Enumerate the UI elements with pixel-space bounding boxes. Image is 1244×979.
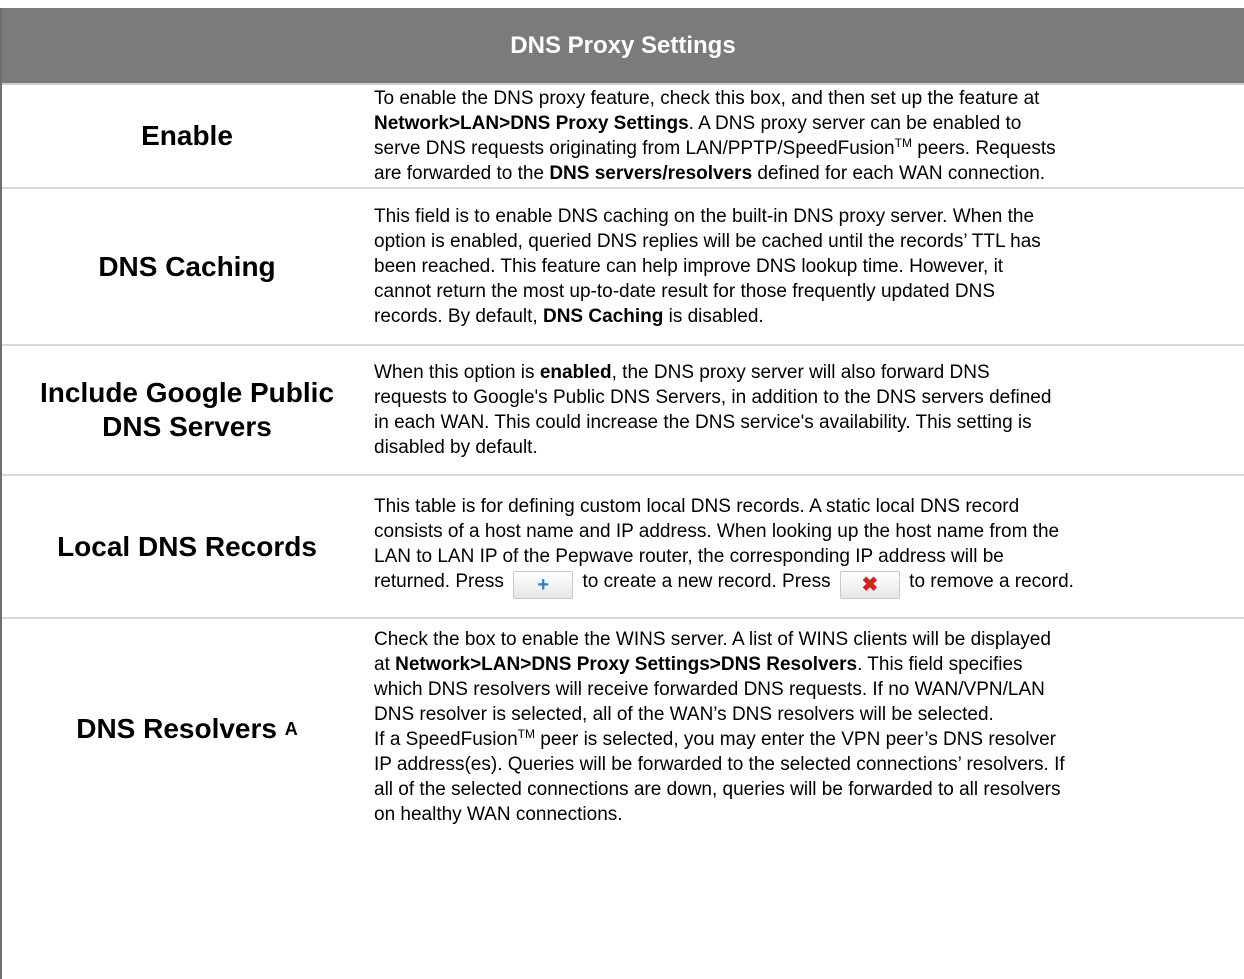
text-segment: . This field specifies	[857, 654, 1023, 675]
text-segment: on healthy WAN connections.	[374, 804, 623, 825]
description-line: at Network>LAN>DNS Proxy Settings>DNS Re…	[374, 652, 1244, 677]
description-line: on healthy WAN connections.	[374, 802, 1244, 827]
description-line: in each WAN. This could increase the DNS…	[374, 410, 1244, 435]
text-segment: To enable the DNS proxy feature, check t…	[374, 88, 1040, 109]
description-line: LAN to LAN IP of the Pepwave router, the…	[374, 544, 1244, 569]
bold-term: enabled	[539, 362, 612, 383]
table-title: DNS Proxy Settings	[510, 31, 736, 59]
text-segment: . A DNS proxy server can be enabled to	[688, 113, 1022, 134]
text-segment: in each WAN. This could increase the DNS…	[374, 412, 1032, 433]
description-line: This table is for defining custom local …	[374, 494, 1244, 519]
row-label-dns-resolvers: DNS Resolvers A	[76, 713, 298, 744]
text-segment: to create a new record. Press	[577, 571, 836, 592]
trademark-superscript: TM	[517, 727, 535, 741]
trademark-superscript: TM	[894, 136, 912, 150]
text-segment: , the DNS proxy server will also forward…	[611, 362, 990, 383]
description-line: requests to Google's Public DNS Servers,…	[374, 385, 1244, 410]
row-description: To enable the DNS proxy feature, check t…	[372, 85, 1244, 187]
table-row: Enable To enable the DNS proxy feature, …	[2, 85, 1244, 189]
text-segment: IP address(es). Queries will be forwarde…	[374, 754, 1065, 775]
table-row: DNS Caching This field is to enable DNS …	[2, 189, 1244, 346]
remove-record-button[interactable]: ✖	[839, 571, 900, 599]
settings-table: DNS Proxy Settings Enable To enable the …	[0, 8, 1244, 979]
description-line: returned. Press + to create a new record…	[374, 569, 1244, 599]
text-segment: to remove a record.	[903, 571, 1074, 592]
text-segment: LAN to LAN IP of the Pepwave router, the…	[374, 546, 1004, 567]
text-segment: is disabled.	[663, 306, 764, 327]
description-line: If a SpeedFusionTM peer is selected, you…	[374, 727, 1244, 752]
text-segment: defined for each WAN connection.	[752, 163, 1046, 184]
description-line: Network>LAN>DNS Proxy Settings. A DNS pr…	[374, 111, 1244, 136]
description-line: consists of a host name and IP address. …	[374, 519, 1244, 544]
text-segment: requests to Google's Public DNS Servers,…	[374, 387, 1052, 408]
text-segment: records. By default,	[374, 306, 543, 327]
text-segment: cannot return the most up-to-date result…	[374, 281, 996, 302]
text-segment: DNS resolver is selected, all of the WAN…	[374, 704, 994, 725]
text-segment: consists of a host name and IP address. …	[374, 521, 1060, 542]
description-line: all of the selected connections are down…	[374, 777, 1244, 802]
bold-term: DNS servers/resolvers	[549, 163, 753, 184]
table-row: Local DNS Records This table is for defi…	[2, 476, 1244, 619]
description-line: To enable the DNS proxy feature, check t…	[374, 86, 1244, 111]
text-segment: all of the selected connections are down…	[374, 779, 1061, 800]
row-label-enable: Enable	[141, 120, 233, 151]
text-segment: peers. Requests	[911, 138, 1056, 159]
row-description: This field is to enable DNS caching on t…	[372, 189, 1244, 344]
text-segment: returned. Press	[374, 571, 510, 592]
text-segment: option is enabled, queried DNS replies w…	[374, 231, 1041, 252]
text-segment: peer is selected, you may enter the VPN …	[534, 729, 1056, 750]
text-segment: serve DNS requests originating from LAN/…	[374, 138, 895, 159]
bold-term: DNS Caching	[542, 306, 664, 327]
description-line: records. By default, DNS Caching is disa…	[374, 304, 1244, 329]
text-segment: This field is to enable DNS caching on t…	[374, 206, 1035, 227]
text-segment: which DNS resolvers will receive forward…	[374, 679, 1045, 700]
description-line: cannot return the most up-to-date result…	[374, 279, 1244, 304]
text-segment: disabled by default.	[374, 437, 538, 458]
description-line: DNS resolver is selected, all of the WAN…	[374, 702, 1244, 727]
label-text: DNS Resolvers	[76, 713, 277, 744]
text-segment: This table is for defining custom local …	[374, 496, 1020, 517]
row-label-local-dns-records: Local DNS Records	[57, 530, 317, 562]
description-line: IP address(es). Queries will be forwarde…	[374, 752, 1244, 777]
table-header: DNS Proxy Settings	[2, 8, 1244, 85]
plus-icon: +	[537, 574, 550, 596]
close-icon: ✖	[861, 574, 879, 596]
description-line: disabled by default.	[374, 435, 1244, 460]
description-line: This field is to enable DNS caching on t…	[374, 204, 1244, 229]
description-line: serve DNS requests originating from LAN/…	[374, 136, 1244, 161]
text-segment: When this option is	[374, 362, 540, 383]
description-line: are forwarded to the DNS servers/resolve…	[374, 161, 1244, 186]
table-row: Include Google Public DNS Servers When t…	[2, 346, 1244, 476]
row-description: This table is for defining custom local …	[372, 476, 1244, 617]
description-line: option is enabled, queried DNS replies w…	[374, 229, 1244, 254]
text-segment: Check the box to enable the WINS server.…	[374, 629, 1051, 650]
text-segment: been reached. This feature can help impr…	[374, 256, 1004, 277]
row-description: When this option is enabled, the DNS pro…	[372, 346, 1244, 474]
text-segment: are forwarded to the	[374, 163, 550, 184]
table-row: DNS Resolvers A Check the box to enable …	[2, 619, 1244, 959]
bold-term: Network>LAN>DNS Proxy Settings	[374, 113, 689, 134]
row-label-dns-caching: DNS Caching	[98, 250, 276, 282]
description-line: which DNS resolvers will receive forward…	[374, 677, 1244, 702]
description-line: been reached. This feature can help impr…	[374, 254, 1244, 279]
row-description: Check the box to enable the WINS server.…	[372, 619, 1244, 827]
bold-term: Network>LAN>DNS Proxy Settings>DNS Resol…	[395, 654, 858, 675]
text-segment: If a SpeedFusion	[374, 729, 518, 750]
add-record-button[interactable]: +	[513, 571, 574, 599]
text-segment: at	[374, 654, 396, 675]
description-line: Check the box to enable the WINS server.…	[374, 627, 1244, 652]
row-label-google-dns: Include Google Public DNS Servers	[39, 377, 335, 442]
description-line: When this option is enabled, the DNS pro…	[374, 360, 1244, 385]
